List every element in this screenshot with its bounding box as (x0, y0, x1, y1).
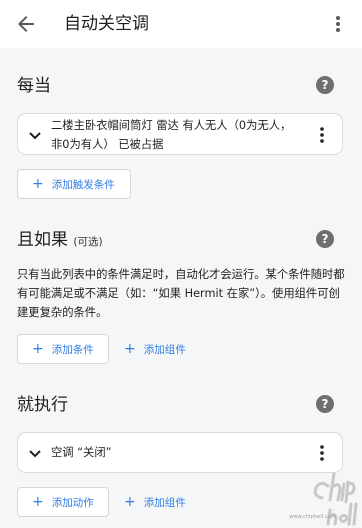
add-action-button[interactable]: + 添加动作 (17, 487, 109, 517)
add-action-label: 添加动作 (51, 496, 94, 509)
more-vert-icon[interactable] (328, 12, 348, 36)
actions-section-title: 就执行 (17, 395, 68, 415)
back-arrow-icon[interactable] (14, 12, 38, 36)
plus-icon: + (32, 494, 44, 510)
conditions-help-icon[interactable]: ? (316, 230, 334, 248)
triggers-help-icon[interactable]: ? (316, 76, 334, 94)
plus-icon: + (124, 494, 136, 510)
add-trigger-label: 添加触发条件 (51, 178, 115, 191)
plus-icon: + (32, 341, 44, 357)
trigger-card[interactable]: 二楼主卧衣帽间筒灯 雷达 有人无人（0为无人，非0为有人） 已被占据 (17, 113, 343, 155)
add-trigger-button[interactable]: + 添加触发条件 (17, 169, 131, 199)
trigger-text: 二楼主卧衣帽间筒灯 雷达 有人无人（0为无人，非0为有人） 已被占据 (51, 119, 292, 151)
triggers-section-title: 每当 (17, 76, 51, 96)
add-condition-block-button[interactable]: + 添加组件 (110, 334, 202, 364)
add-condition-block-label: 添加组件 (143, 343, 186, 356)
conditions-description: 只有当此列表中的条件满足时，自动化才会运行。某个条件随时都有可能满足或不满足（如… (17, 268, 345, 319)
plus-icon: + (124, 341, 136, 357)
add-condition-button[interactable]: + 添加条件 (17, 334, 109, 364)
actions-help-icon[interactable]: ? (316, 395, 334, 413)
conditions-title-text: 且如果 (17, 230, 68, 250)
chevron-down-icon[interactable] (27, 127, 43, 143)
conditions-section-title: 且如果 (可选) (17, 228, 103, 254)
action-menu-icon[interactable] (314, 443, 330, 463)
page-title: 自动关空调 (64, 14, 149, 34)
chevron-down-icon[interactable] (27, 445, 43, 461)
add-action-block-button[interactable]: + 添加组件 (110, 487, 202, 517)
app-bar: 自动关空调 (0, 0, 362, 48)
optional-label: (可选) (73, 236, 103, 248)
watermark-url: www.chiphell.com (289, 514, 336, 520)
add-action-block-label: 添加组件 (143, 496, 186, 509)
plus-icon: + (32, 176, 44, 192)
action-text: 空调 “关闭” (51, 446, 112, 459)
add-condition-label: 添加条件 (51, 343, 94, 356)
trigger-menu-icon[interactable] (314, 125, 330, 145)
